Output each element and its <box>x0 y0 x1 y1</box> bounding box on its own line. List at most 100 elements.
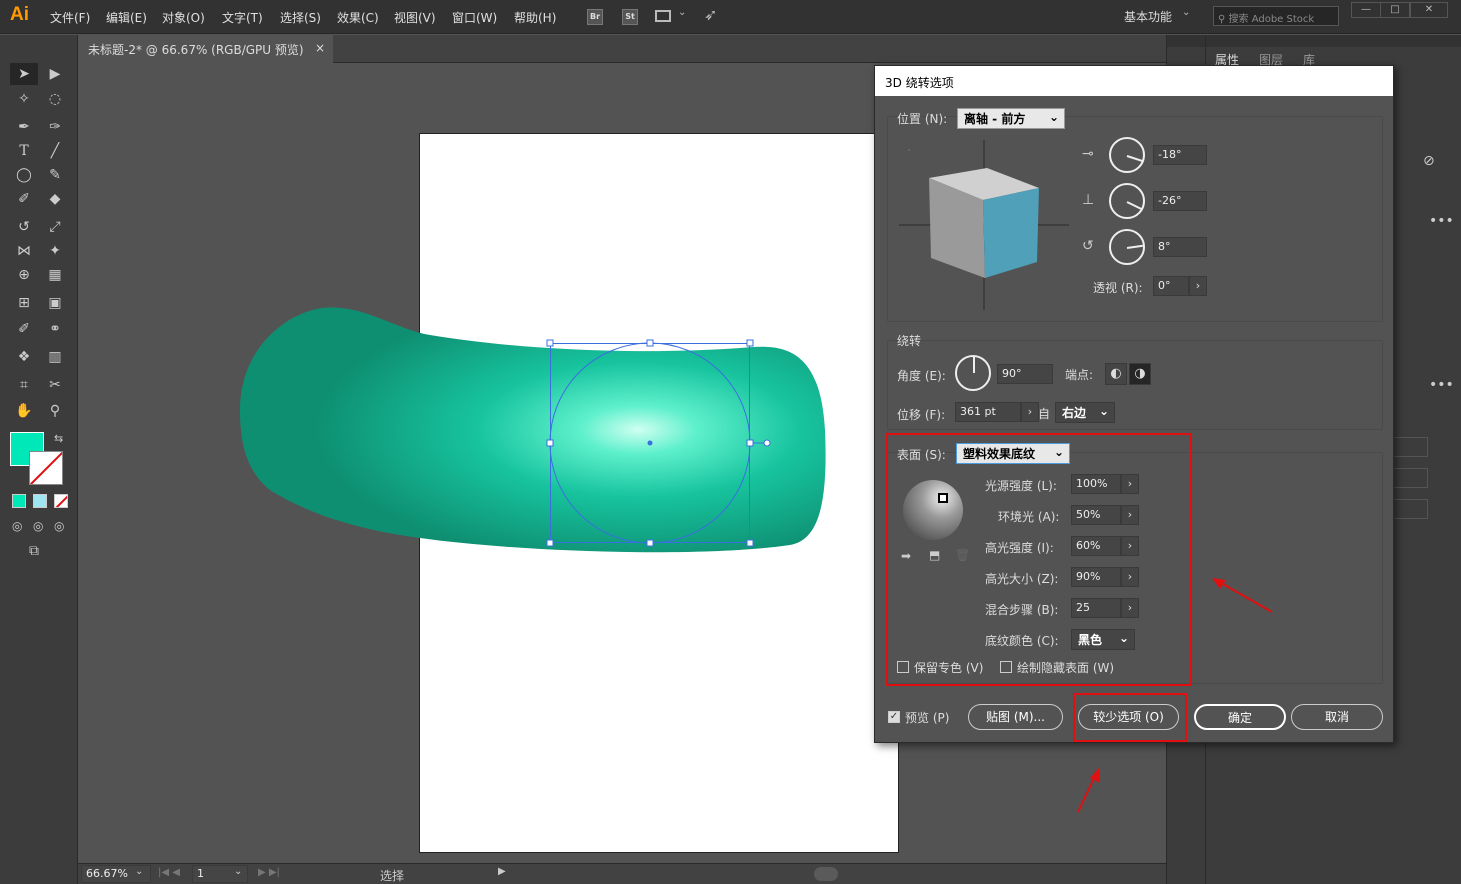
menu-view[interactable]: 视图(V) <box>394 9 436 26</box>
light-source-handle[interactable] <box>938 493 948 503</box>
swap-colors-icon[interactable]: ⇆ <box>54 432 63 445</box>
paintbrush-icon[interactable]: ✎ <box>44 165 66 185</box>
mesh-tool-icon[interactable]: ⊞ <box>13 293 35 313</box>
chevron-down-icon[interactable]: ⌄ <box>135 866 143 877</box>
cancel-button[interactable]: 取消 <box>1291 704 1383 730</box>
position-dropdown[interactable]: 离轴 - 前方 ⌄ <box>957 108 1065 129</box>
width-tool-icon[interactable]: ⋈ <box>13 241 35 261</box>
ellipse-tool-icon[interactable]: ◯ <box>13 165 35 185</box>
menu-type[interactable]: 文字(T) <box>222 9 263 26</box>
panel-field[interactable] <box>1392 468 1428 488</box>
lighting-sphere[interactable] <box>903 480 963 540</box>
first-artboard-icon[interactable]: |◀ ◀ <box>158 867 180 878</box>
menu-object[interactable]: 对象(O) <box>162 9 205 26</box>
hand-tool-icon[interactable]: ✋ <box>13 401 35 421</box>
menu-window[interactable]: 窗口(W) <box>452 9 497 26</box>
draw-hidden-checkbox[interactable] <box>1000 661 1012 673</box>
more-options-icon[interactable]: ••• <box>1429 377 1454 393</box>
puppet-warp-icon[interactable]: ✦ <box>44 241 66 261</box>
document-tab[interactable]: 未标题-2* @ 66.67% (RGB/GPU 预览) × <box>78 35 333 63</box>
menu-effect[interactable]: 效果(C) <box>337 9 379 26</box>
perspective-grid-icon[interactable]: ▦ <box>44 265 66 285</box>
y-rotation-dial[interactable] <box>1109 183 1145 219</box>
new-light-icon[interactable]: ⬒ <box>929 548 940 562</box>
eraser-icon[interactable]: ◆ <box>44 189 66 209</box>
stroke-swatch[interactable] <box>29 451 63 485</box>
maximize-button[interactable]: □ <box>1380 2 1410 18</box>
chevron-right-icon[interactable]: › <box>1121 474 1139 494</box>
x-rotation-dial[interactable] <box>1109 137 1145 173</box>
angle-dial[interactable] <box>955 355 991 391</box>
menu-file[interactable]: 文件(F) <box>50 9 90 26</box>
chevron-down-icon[interactable]: ⌄ <box>1182 7 1190 18</box>
line-tool-icon[interactable]: ╱ <box>44 141 66 161</box>
preview-checkbox[interactable]: ✓ <box>888 711 900 723</box>
chevron-down-icon[interactable]: ⌄ <box>678 7 686 18</box>
screen-mode-icon[interactable]: ⧉ <box>29 543 39 559</box>
gpu-rocket-icon[interactable]: ➶ <box>704 5 717 24</box>
close-window-button[interactable]: ✕ <box>1410 2 1448 18</box>
chevron-right-icon[interactable]: › <box>1121 505 1139 525</box>
status-menu-icon[interactable]: ▶ <box>498 866 506 877</box>
cap-on-icon[interactable]: ◐ <box>1105 363 1127 385</box>
chevron-right-icon[interactable]: › <box>1021 402 1039 422</box>
eyedropper-icon[interactable]: ✐ <box>13 319 35 339</box>
highlight-intensity-field[interactable]: 60% <box>1071 536 1121 556</box>
menu-select[interactable]: 选择(S) <box>280 9 321 26</box>
panel-field[interactable] <box>1392 499 1428 519</box>
horizontal-scrollbar-thumb[interactable] <box>814 867 838 881</box>
none-mode-icon[interactable] <box>54 494 68 508</box>
blend-tool-icon[interactable]: ⚭ <box>44 319 66 339</box>
draw-behind-icon[interactable]: ◎ <box>33 519 43 533</box>
shaper-tool-icon[interactable]: ✐ <box>13 189 35 209</box>
stock-search-input[interactable]: ⚲ 搜索 Adobe Stock <box>1213 6 1339 26</box>
direct-selection-tool-icon[interactable]: ▶ <box>44 64 66 84</box>
unlink-icon[interactable]: ⊘ <box>1423 153 1435 169</box>
panel-field[interactable] <box>1392 437 1428 457</box>
minimize-button[interactable]: — <box>1351 2 1381 18</box>
move-light-back-icon[interactable]: ➡ <box>901 549 911 563</box>
draw-normal-icon[interactable]: ◎ <box>12 519 22 533</box>
type-tool-icon[interactable]: T <box>13 141 35 161</box>
menu-help[interactable]: 帮助(H) <box>514 9 556 26</box>
perspective-field[interactable]: 0° <box>1153 276 1189 296</box>
curvature-tool-icon[interactable]: ✑ <box>44 117 66 137</box>
gradient-tool-icon[interactable]: ▣ <box>44 293 66 313</box>
stock-button[interactable]: St <box>622 9 638 25</box>
scale-tool-icon[interactable]: ⤢ <box>44 217 66 237</box>
slice-tool-icon[interactable]: ✂ <box>44 375 66 395</box>
cap-off-icon[interactable]: ◑ <box>1129 363 1151 385</box>
last-artboard-icon[interactable]: ▶ ▶| <box>258 867 280 878</box>
gradient-mode-icon[interactable] <box>33 494 47 508</box>
z-rotation-field[interactable]: 8° <box>1153 237 1207 257</box>
ambient-field[interactable]: 50% <box>1071 505 1121 525</box>
selection-tool-icon[interactable]: ➤ <box>13 64 35 84</box>
close-tab-icon[interactable]: × <box>315 41 325 55</box>
preserve-spot-checkbox[interactable] <box>897 661 909 673</box>
rotate-tool-icon[interactable]: ↺ <box>13 217 35 237</box>
menu-edit[interactable]: 编辑(E) <box>106 9 147 26</box>
zoom-tool-icon[interactable]: ⚲ <box>44 401 66 421</box>
chevron-down-icon[interactable]: ⌄ <box>234 866 242 877</box>
arrange-documents-icon[interactable] <box>655 10 671 22</box>
shape-builder-icon[interactable]: ⊕ <box>13 265 35 285</box>
chevron-right-icon[interactable]: › <box>1121 536 1139 556</box>
y-rotation-field[interactable]: -26° <box>1153 191 1207 211</box>
delete-light-icon[interactable]: 🗑 <box>955 548 970 562</box>
draw-inside-icon[interactable]: ◎ <box>54 519 64 533</box>
rotation-track-cube[interactable] <box>899 140 1069 310</box>
angle-field[interactable]: 90° <box>997 364 1053 384</box>
bridge-button[interactable]: Br <box>587 9 603 25</box>
workspace-switcher[interactable]: 基本功能 <box>1124 8 1172 25</box>
from-dropdown[interactable]: 右边 ⌄ <box>1055 402 1115 423</box>
artboard-tool-icon[interactable]: ⌗ <box>13 375 35 395</box>
surface-dropdown[interactable]: 塑料效果底纹 ⌄ <box>956 443 1070 464</box>
chevron-right-icon[interactable]: › <box>1189 276 1207 296</box>
light-intensity-field[interactable]: 100% <box>1071 474 1121 494</box>
pen-tool-icon[interactable]: ✒ <box>13 117 35 137</box>
symbol-sprayer-icon[interactable]: ❖ <box>13 347 35 367</box>
color-mode-icon[interactable] <box>12 494 26 508</box>
lasso-icon[interactable]: ◌ <box>44 89 66 109</box>
magic-wand-icon[interactable]: ✧ <box>13 89 35 109</box>
offset-field[interactable]: 361 pt <box>955 402 1021 422</box>
